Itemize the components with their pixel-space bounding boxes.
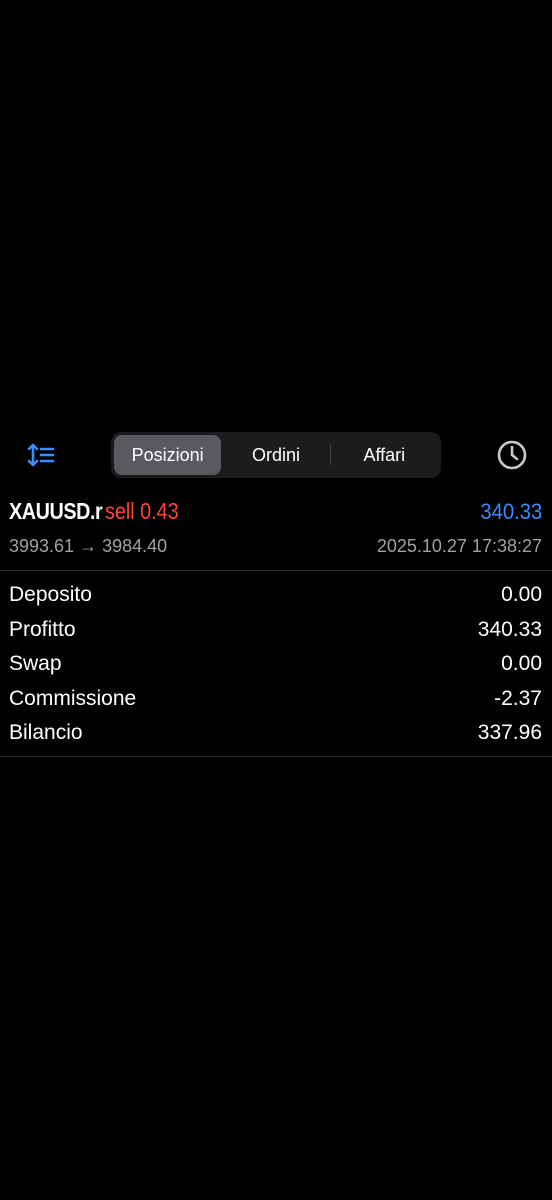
tab-affari-label: Affari <box>363 444 406 465</box>
tab-ordini-label: Ordini <box>251 444 300 465</box>
summary-row-swap: Swap 0.00 <box>0 647 552 682</box>
divider <box>0 756 552 757</box>
tab-posizioni-label: Posizioni <box>131 444 204 465</box>
tab-affari[interactable]: Affari <box>331 435 438 475</box>
tab-ordini[interactable]: Ordini <box>222 435 329 475</box>
summary-value: 340.33 <box>477 617 542 641</box>
position-prices: 3993.61 → 3984.40 <box>9 536 168 556</box>
summary-value: 0.00 <box>501 583 542 607</box>
summary-value: -2.37 <box>494 686 542 710</box>
summary-row-bilancio: Bilancio 337.96 <box>0 716 552 751</box>
summary-row-commissione: Commissione -2.37 <box>0 682 552 717</box>
summary-label: Swap <box>9 652 62 676</box>
position-profit: 340.33 <box>480 499 542 524</box>
summary-label: Profitto <box>9 617 76 641</box>
summary-label: Commissione <box>9 686 137 710</box>
position-row[interactable]: XAUUSD.r sell 0.43 340.33 3993.61 → 3984… <box>0 494 552 570</box>
summary-row-profitto: Profitto 340.33 <box>0 613 552 648</box>
position-side-volume: sell 0.43 <box>105 498 179 524</box>
summary-label: Deposito <box>9 583 92 607</box>
summary-value: 0.00 <box>501 652 542 676</box>
clock-icon <box>497 440 527 470</box>
position-time: 2025.10.27 17:38:27 <box>376 536 542 556</box>
position-symbol: XAUUSD.r <box>9 498 103 524</box>
divider <box>0 570 552 571</box>
tab-posizioni[interactable]: Posizioni <box>114 435 222 475</box>
history-toolbar: Posizioni Ordini Affari <box>0 430 552 480</box>
history-period-button[interactable] <box>496 439 528 471</box>
summary-row-deposito: Deposito 0.00 <box>0 578 552 613</box>
account-summary: Deposito 0.00 Profitto 340.33 Swap 0.00 … <box>0 578 552 751</box>
sort-list-icon <box>27 443 55 467</box>
summary-label: Bilancio <box>9 721 83 745</box>
segmented-control: Posizioni Ordini Affari <box>111 432 441 478</box>
sort-button[interactable] <box>24 440 58 470</box>
summary-value: 337.96 <box>477 721 542 745</box>
